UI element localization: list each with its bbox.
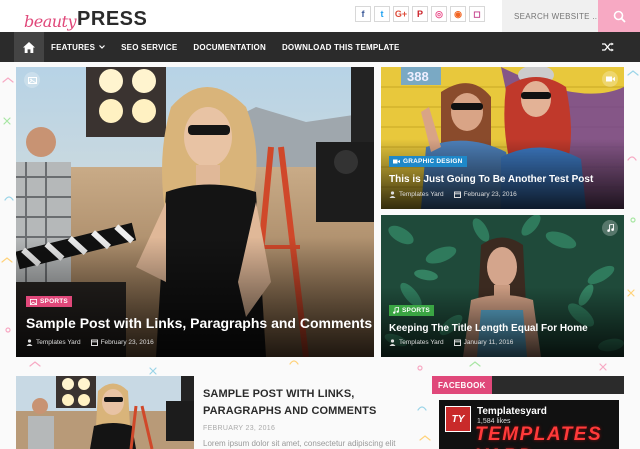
post-author[interactable]: Templates Yard — [399, 191, 444, 198]
featured-post-title[interactable]: Keeping The Title Length Equal For Home — [389, 323, 588, 334]
widget-title: FACEBOOK — [432, 376, 492, 394]
category-label: GRAPHIC DESIGN — [403, 158, 463, 165]
logo-script-text: beauty — [24, 12, 77, 31]
calendar-icon — [453, 191, 461, 198]
chevron-down-icon — [99, 45, 106, 49]
social-links: f t G+ P ◎ ◉ ◻ — [355, 6, 485, 22]
facebook-icon[interactable]: f — [355, 6, 371, 22]
post-excerpt: Lorem ipsum dolor sit amet, consectetur … — [203, 439, 396, 448]
avatar[interactable]: TY — [445, 406, 471, 432]
featured-post-title[interactable]: This is Just Going To Be Another Test Po… — [389, 174, 593, 185]
search-input[interactable] — [502, 0, 598, 32]
image-icon — [30, 298, 37, 305]
music-icon — [393, 307, 399, 314]
search-button[interactable] — [598, 0, 640, 32]
post-date: FEBRUARY 23, 2016 — [203, 425, 276, 432]
site-logo[interactable]: beauty PRESS — [24, 1, 147, 31]
logo-bold-text: PRESS — [77, 8, 148, 30]
post-author[interactable]: Templates Yard — [399, 339, 444, 346]
dribbble-icon[interactable]: ◎ — [431, 6, 447, 22]
home-icon — [23, 41, 35, 53]
featured-post-bottom-right[interactable]: SPORTS Keeping The Title Length Equal Fo… — [381, 215, 624, 357]
calendar-icon — [90, 339, 98, 346]
featured-post-meta: Templates Yard February 23, 2016 — [26, 339, 154, 346]
featured-post-meta: Templates Yard January 11, 2016 — [389, 339, 513, 346]
category-label: SPORTS — [402, 307, 430, 314]
search-icon — [613, 10, 626, 23]
featured-post-title[interactable]: Sample Post with Links, Paragraphs and C… — [26, 315, 372, 331]
nav-item-label: SEO SERVICE — [121, 42, 178, 52]
post-date: February 23, 2016 — [100, 339, 154, 346]
random-post-button[interactable] — [600, 39, 616, 55]
image-overlay — [381, 287, 624, 357]
site-header: beauty PRESS f t G+ P ◎ ◉ ◻ — [0, 0, 640, 32]
post-thumbnail[interactable] — [16, 376, 194, 449]
post-date: January 11, 2016 — [463, 339, 514, 346]
nav-item-download-template[interactable]: DOWNLOAD THIS TEMPLATE — [282, 43, 400, 52]
category-badge-sports[interactable]: SPORTS — [389, 305, 434, 316]
video-icon — [602, 71, 618, 87]
featured-post-top-right[interactable]: 388 GRAPHIC DESIGN This is Just Going To… — [381, 67, 624, 209]
widget-header: FACEBOOK — [432, 376, 624, 394]
nav-item-seo-service[interactable]: SEO SERVICE — [121, 43, 177, 52]
nav-item-label: DOWNLOAD THIS TEMPLATE — [281, 42, 400, 52]
pinterest-icon[interactable]: P — [412, 6, 428, 22]
music-icon — [602, 220, 618, 236]
category-badge-graphic-design[interactable]: GRAPHIC DESIGN — [389, 156, 467, 167]
shuffle-icon — [602, 42, 614, 52]
featured-post-large[interactable]: SPORTS Sample Post with Links, Paragraph… — [16, 67, 374, 357]
user-icon — [389, 339, 396, 346]
main-navbar: FEATURES SEO SERVICE DOCUMENTATION DOWNL… — [0, 32, 640, 62]
post-thumbnail-image — [16, 376, 194, 449]
video-icon — [393, 159, 400, 164]
post-title[interactable]: SAMPLE POST WITH LINKS, PARAGRAPHS AND C… — [203, 386, 413, 420]
facebook-page-name[interactable]: Templatesyard — [477, 406, 547, 417]
category-badge-sports[interactable]: SPORTS — [26, 296, 72, 307]
home-button[interactable] — [14, 32, 44, 62]
rss-icon[interactable]: ◉ — [450, 6, 466, 22]
featured-post-meta: Templates Yard February 23, 2016 — [389, 191, 517, 198]
facebook-page-plugin[interactable]: TY Templatesyard 1,584 likes TEMPLATES Y… — [439, 400, 619, 449]
nav-item-label: FEATURES — [51, 42, 96, 52]
category-label: SPORTS — [40, 298, 68, 305]
post-date: February 23, 2016 — [463, 191, 517, 198]
instagram-icon[interactable]: ◻ — [469, 6, 485, 22]
nav-item-label: DOCUMENTATION — [193, 42, 266, 52]
nav-menu: FEATURES SEO SERVICE DOCUMENTATION DOWNL… — [51, 32, 416, 62]
post-author[interactable]: Templates Yard — [36, 339, 81, 346]
user-icon — [26, 339, 33, 346]
user-icon — [389, 191, 396, 198]
calendar-icon — [453, 339, 461, 346]
search-box — [502, 0, 640, 32]
svg-text:388: 388 — [407, 69, 429, 84]
image-icon — [24, 72, 40, 88]
facebook-cover-brand: TEMPLATES YARD — [475, 424, 603, 449]
twitter-icon[interactable]: t — [374, 6, 390, 22]
google-plus-icon[interactable]: G+ — [393, 6, 409, 22]
nav-item-features[interactable]: FEATURES — [51, 42, 106, 52]
nav-item-documentation[interactable]: DOCUMENTATION — [193, 43, 266, 52]
